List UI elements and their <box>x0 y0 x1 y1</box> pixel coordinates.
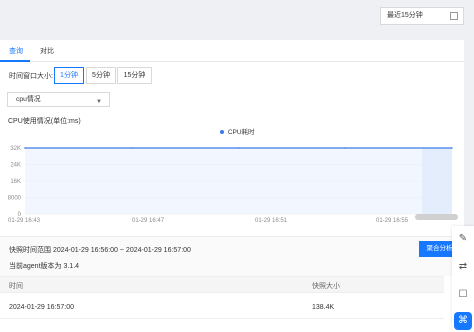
row-size: 138.4K <box>312 304 335 311</box>
x-tick-label: 01-29 16:55 <box>376 218 409 224</box>
y-tick-label: 8000 <box>8 196 22 202</box>
chart-title: CPU使用情况(单位:ms) <box>8 118 81 125</box>
window-size-label: 时间窗口大小: <box>9 73 53 80</box>
cpu-data-point[interactable] <box>344 147 347 149</box>
table-header: 时间 快照大小 <box>0 277 444 293</box>
cpu-data-point[interactable] <box>130 147 133 149</box>
cpu-area <box>25 148 452 214</box>
active-tab-indicator <box>0 60 30 62</box>
x-tick-label: 01-29 16:47 <box>132 218 165 224</box>
snapshot-time-range: 快照时间范围 2024-01-29 16:56:00 ~ 2024-01-29 … <box>9 247 191 254</box>
comment-icon[interactable]: ☐ <box>454 286 472 304</box>
apps-icon[interactable]: ⌘ <box>454 312 472 330</box>
y-tick-label: 24K <box>10 163 21 169</box>
agent-version: 当前agent版本为 3.1.4 <box>9 263 80 270</box>
time-range-select[interactable]: 最近15分钟 <box>380 7 464 25</box>
chart-legend[interactable]: CPU耗时 <box>220 126 255 136</box>
window-15min-button[interactable]: 15分钟 <box>117 67 152 84</box>
cpu-chart[interactable]: 32K24K16K8000001-29 16:43 01-29 16:47 01-2… <box>0 136 464 232</box>
top-toolbar: 最近15分钟 <box>0 0 474 32</box>
header-time: 时间 <box>9 283 23 290</box>
y-tick-label: 16K <box>10 179 21 185</box>
window-5min-button[interactable]: 5分钟 <box>86 67 116 84</box>
floating-toolbar: ✎ ⇄ ☐ ⌘ <box>452 226 474 332</box>
cpu-data-point[interactable] <box>237 147 240 149</box>
share-icon[interactable]: ⇄ <box>454 258 472 276</box>
snapshot-info: 快照时间范围 2024-01-29 16:56:00 ~ 2024-01-29 … <box>0 236 464 276</box>
legend-dot-icon <box>220 130 224 135</box>
snapshot-table: 时间 快照大小 2024-01-29 16:57:00 138.4K <box>0 276 444 332</box>
y-tick-label: 32K <box>10 146 21 152</box>
tab-bar: 查询 对比 <box>0 40 464 62</box>
time-range-value: 最近15分钟 <box>387 12 423 19</box>
metric-select[interactable]: cpu情况 ▼ <box>7 92 110 107</box>
header-size: 快照大小 <box>312 283 340 290</box>
row-time: 2024-01-29 16:57:00 <box>9 304 74 311</box>
window-1min-button[interactable]: 1分钟 <box>54 67 84 84</box>
chevron-down-icon: ▼ <box>96 99 102 105</box>
legend-label: CPU耗时 <box>227 129 255 136</box>
window-size-row: 时间窗口大小: 1分钟 5分钟 15分钟 <box>0 66 464 86</box>
table-row[interactable]: 2024-01-29 16:57:00 138.4K <box>0 299 444 319</box>
edit-icon[interactable]: ✎ <box>454 230 472 248</box>
range-slider-handle[interactable] <box>415 214 458 220</box>
x-tick-label: 01-29 16:43 <box>8 218 41 224</box>
tab-query[interactable]: 查询 <box>9 46 23 56</box>
main-panel: 查询 对比 时间窗口大小: 1分钟 5分钟 15分钟 cpu情况 ▼ CPU使用… <box>0 40 464 332</box>
cpu-data-point[interactable] <box>451 147 453 149</box>
tab-compare[interactable]: 对比 <box>40 46 54 56</box>
x-tick-label: 01-29 16:51 <box>255 218 288 224</box>
calendar-icon <box>450 12 458 20</box>
metric-select-value: cpu情况 <box>16 96 41 103</box>
cpu-data-point[interactable] <box>24 147 26 149</box>
